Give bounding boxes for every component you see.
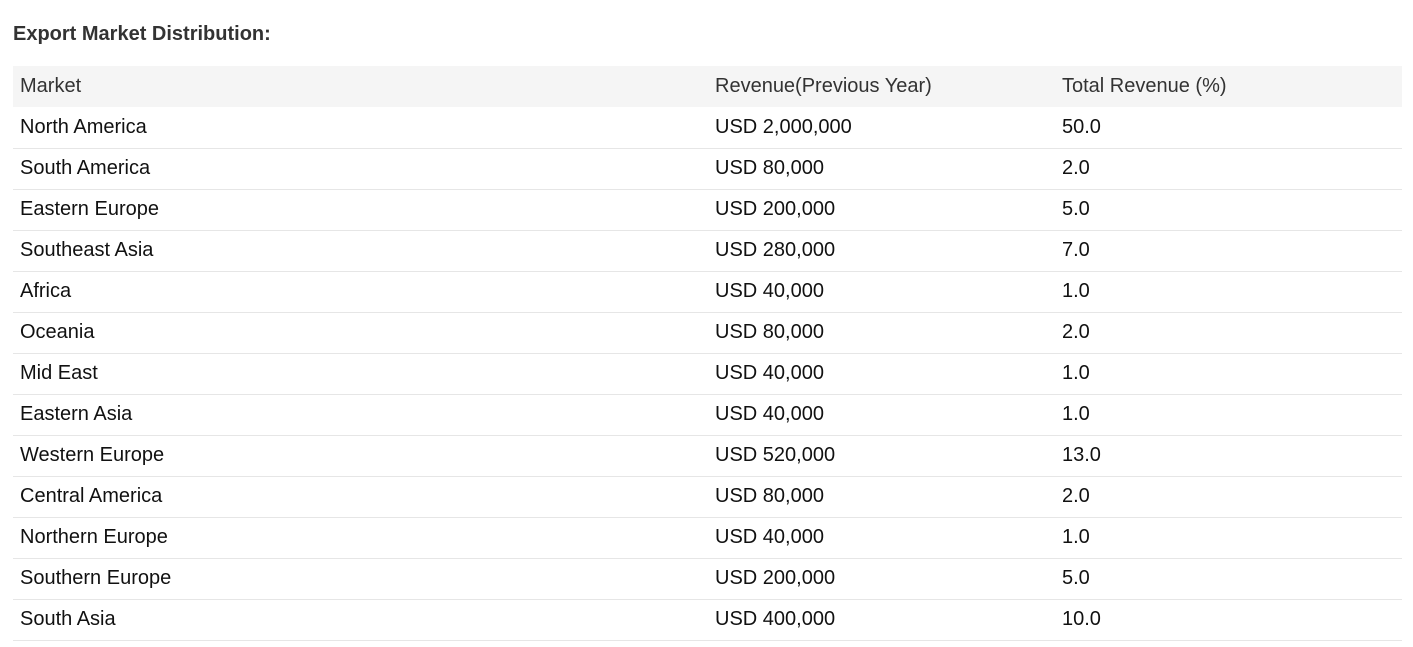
cell-market: Southeast Asia	[20, 239, 154, 261]
cell-percent: 1.0	[1062, 362, 1090, 384]
cell-percent: 1.0	[1062, 526, 1090, 548]
cell-revenue: USD 200,000	[715, 198, 836, 220]
table-row: Oceania USD 80,000 2.0	[13, 312, 1402, 353]
cell-revenue: USD 80,000	[715, 485, 824, 507]
header-total-revenue-percent: Total Revenue (%)	[1062, 75, 1227, 97]
cell-market: Northern Europe	[20, 526, 168, 548]
cell-market: Western Europe	[20, 444, 165, 466]
cell-revenue: USD 40,000	[715, 280, 824, 302]
cell-revenue: USD 40,000	[715, 526, 824, 548]
cell-revenue: USD 80,000	[715, 321, 824, 343]
table-row: Central America USD 80,000 2.0	[13, 476, 1402, 517]
cell-percent: 13.0	[1062, 444, 1101, 466]
table-row: South America USD 80,000 2.0	[13, 148, 1402, 189]
page: Export Market Distribution: Market Reven…	[0, 0, 1413, 647]
cell-market: Central America	[20, 485, 163, 507]
table-row: Northern Europe USD 40,000 1.0	[13, 517, 1402, 558]
cell-revenue: USD 200,000	[715, 567, 836, 589]
cell-revenue: USD 40,000	[715, 403, 824, 425]
table-row: Eastern Asia USD 40,000 1.0	[13, 394, 1402, 435]
section-title: Export Market Distribution:	[13, 23, 271, 45]
cell-percent: 10.0	[1062, 608, 1101, 630]
cell-market: Africa	[20, 280, 72, 302]
table-row: Mid East USD 40,000 1.0	[13, 353, 1402, 394]
table-header-row: Market Revenue(Previous Year) Total Reve…	[13, 66, 1402, 107]
cell-revenue: USD 80,000	[715, 157, 824, 179]
header-revenue: Revenue(Previous Year)	[715, 75, 932, 97]
table-row: South Asia USD 400,000 10.0	[13, 599, 1402, 640]
table-row: Africa USD 40,000 1.0	[13, 271, 1402, 312]
cell-market: North America	[20, 115, 147, 138]
cell-percent: 5.0	[1062, 198, 1090, 220]
cell-revenue: USD 2,000,000	[715, 115, 852, 138]
cell-revenue: USD 280,000	[715, 239, 836, 261]
table-row: North America USD 2,000,000 50.0	[13, 107, 1402, 148]
cell-percent: 2.0	[1062, 321, 1090, 343]
cell-market: South Asia	[20, 608, 116, 630]
cell-market: South America	[20, 157, 151, 179]
export-market-table: Market Revenue(Previous Year) Total Reve…	[13, 66, 1402, 641]
table-row: Southern Europe USD 200,000 5.0	[13, 558, 1402, 599]
cell-market: Oceania	[20, 321, 95, 343]
cell-market: Southern Europe	[20, 567, 172, 589]
cell-revenue: USD 40,000	[715, 362, 824, 384]
table-row: Eastern Europe USD 200,000 5.0	[13, 189, 1402, 230]
cell-market: Mid East	[20, 362, 98, 384]
cell-percent: 2.0	[1062, 485, 1090, 507]
cell-percent: 50.0	[1062, 115, 1101, 138]
cell-percent: 1.0	[1062, 280, 1090, 302]
cell-percent: 1.0	[1062, 403, 1090, 425]
cell-revenue: USD 520,000	[715, 444, 836, 466]
cell-market: Eastern Asia	[20, 403, 133, 425]
cell-percent: 5.0	[1062, 567, 1090, 589]
cell-percent: 7.0	[1062, 239, 1090, 261]
table-row: Western Europe USD 520,000 13.0	[13, 435, 1402, 476]
table-row: Southeast Asia USD 280,000 7.0	[13, 230, 1402, 271]
cell-revenue: USD 400,000	[715, 608, 836, 630]
cell-percent: 2.0	[1062, 157, 1090, 179]
header-market: Market	[20, 75, 82, 97]
cell-market: Eastern Europe	[20, 198, 159, 220]
